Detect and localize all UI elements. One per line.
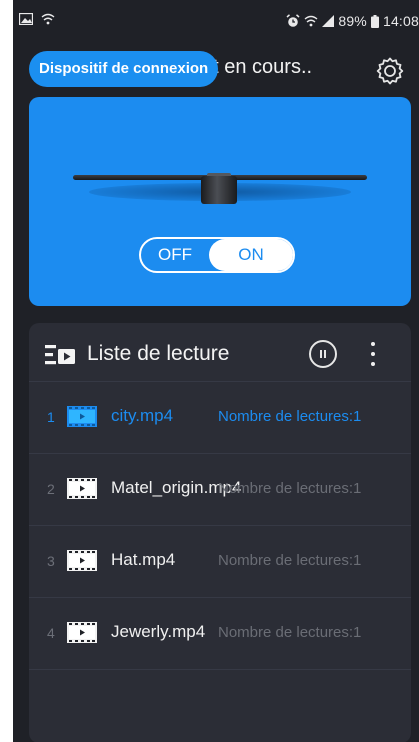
playlist-item[interactable]: 1 city.mp4 Nombre de lectures:1	[29, 382, 411, 454]
toggle-off-label[interactable]: OFF	[141, 239, 209, 271]
toggle-on-label[interactable]: ON	[209, 239, 293, 271]
battery-icon	[370, 14, 379, 28]
status-right: 89% 14:08	[286, 13, 419, 29]
playlist-item[interactable]: 3 Hat.mp4 Nombre de lectures:1	[29, 526, 411, 598]
item-index: 4	[47, 625, 55, 641]
image-icon	[19, 13, 33, 25]
item-play-count: Nombre de lectures:1	[218, 624, 362, 641]
hologram-fan-motor	[201, 176, 237, 204]
item-index: 3	[47, 553, 55, 569]
connection-device-tooltip[interactable]: Dispositif de connexion	[29, 51, 219, 87]
more-options-icon[interactable]	[367, 340, 379, 368]
wifi-icon	[304, 15, 318, 27]
video-file-icon	[67, 406, 97, 427]
item-filename: city.mp4	[111, 406, 174, 425]
more-dot	[371, 362, 375, 366]
device-card: OFF ON	[29, 97, 411, 306]
item-play-count: Nombre de lectures:1	[218, 408, 362, 425]
item-filename: Hat.mp4	[111, 550, 176, 569]
playlist-header: Liste de lecture	[29, 323, 411, 382]
header: nt en cours.. Dispositif de connexion	[13, 48, 419, 92]
status-left	[19, 13, 55, 25]
more-dot	[371, 342, 375, 346]
connection-status-title: nt en cours..	[202, 56, 313, 78]
item-filename: Jewerly.mp4	[111, 622, 206, 641]
item-index: 1	[47, 409, 55, 425]
more-dot	[371, 352, 375, 356]
app-screen: 89% 14:08 nt en cours.. Dispositif de co…	[13, 0, 419, 742]
wifi-icon	[41, 13, 55, 25]
item-index: 2	[47, 481, 55, 497]
pause-button[interactable]	[309, 340, 337, 368]
video-file-icon	[67, 478, 97, 499]
battery-percent: 89%	[338, 13, 367, 29]
playlist-panel: Liste de lecture 1 city.mp4 Nombre de le…	[29, 323, 411, 742]
gear-icon[interactable]	[375, 56, 405, 86]
item-play-count: Nombre de lectures:1	[218, 552, 362, 569]
video-file-icon	[67, 550, 97, 571]
playlist-icon	[45, 345, 75, 365]
playlist-item[interactable]: 2 Matel_origin.mp4 Nombre de lectures:1	[29, 454, 411, 526]
playlist-title: Liste de lecture	[87, 342, 230, 365]
status-bar: 89% 14:08	[13, 0, 419, 42]
power-toggle[interactable]: OFF ON	[139, 237, 295, 273]
video-file-icon	[67, 622, 97, 643]
signal-icon	[322, 15, 335, 27]
playlist-item[interactable]: 4 Jewerly.mp4 Nombre de lectures:1	[29, 598, 411, 670]
item-play-count: Nombre de lectures:1	[218, 480, 362, 497]
clock: 14:08	[382, 13, 419, 29]
alarm-icon	[286, 14, 300, 27]
